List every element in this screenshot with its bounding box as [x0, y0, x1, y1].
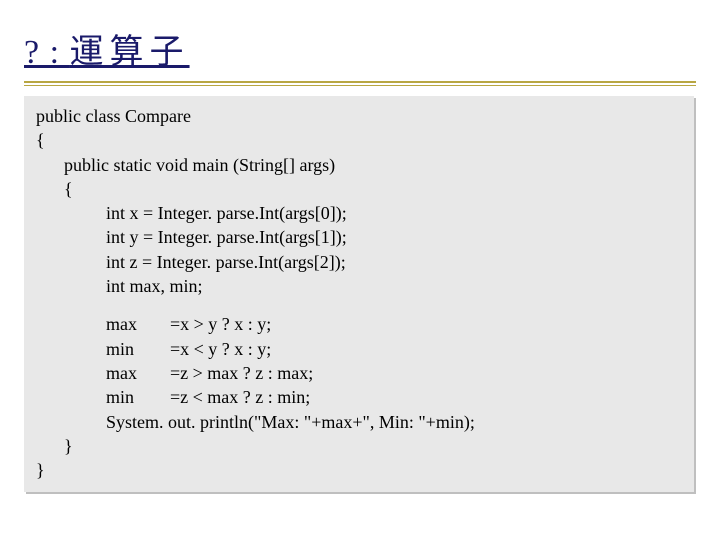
code-line: max=z > max ? z : max;	[36, 361, 682, 385]
code-line: int x = Integer. parse.Int(args[0]);	[36, 201, 682, 225]
code-token: =z < max ? z : min;	[170, 387, 310, 407]
code-line: max=x > y ? x : y;	[36, 312, 682, 336]
title-cjk: 運算子	[70, 34, 190, 71]
slide-title: ? : 運算子	[24, 24, 696, 73]
blank-line	[36, 298, 682, 312]
code-token: max	[106, 361, 170, 385]
code-line: System. out. println("Max: "+max+", Min:…	[36, 410, 682, 434]
code-line: min=z < max ? z : min;	[36, 385, 682, 409]
title-prefix: ? :	[24, 34, 70, 71]
code-line: {	[36, 177, 682, 201]
code-line: int y = Integer. parse.Int(args[1]);	[36, 225, 682, 249]
title-divider	[24, 81, 696, 86]
code-token: max	[106, 312, 170, 336]
code-line: min=x < y ? x : y;	[36, 337, 682, 361]
slide: ? : 運算子 public class Compare { public st…	[0, 0, 720, 540]
divider-line-thick	[24, 81, 696, 83]
code-line: }	[36, 458, 682, 482]
divider-line-thin	[24, 85, 696, 86]
code-line: {	[36, 128, 682, 152]
code-line: int z = Integer. parse.Int(args[2]);	[36, 250, 682, 274]
code-token: =x > y ? x : y;	[170, 314, 271, 334]
code-box: public class Compare { public static voi…	[24, 96, 694, 492]
code-line: }	[36, 434, 682, 458]
code-token: =z > max ? z : max;	[170, 363, 313, 383]
code-token: min	[106, 385, 170, 409]
code-token: =x < y ? x : y;	[170, 339, 271, 359]
code-token: min	[106, 337, 170, 361]
code-line: public class Compare	[36, 104, 682, 128]
code-line: int max, min;	[36, 274, 682, 298]
code-line: public static void main (String[] args)	[36, 153, 682, 177]
